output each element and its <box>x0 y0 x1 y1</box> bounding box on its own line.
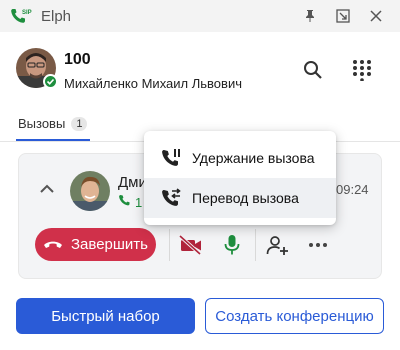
menu-item-transfer-call[interactable]: Перевод вызова <box>144 178 336 218</box>
menu-item-label: Удержание вызова <box>192 150 315 166</box>
chevron-up-icon[interactable] <box>38 180 56 198</box>
phone-hold-icon <box>160 147 182 169</box>
user-extension: 100 <box>64 51 91 68</box>
hangup-icon <box>44 241 62 248</box>
user-full-name: Михайленко Михаил Львович <box>64 76 242 91</box>
call-options-menu: Удержание вызова Перевод вызова <box>144 131 336 225</box>
online-status-badge <box>43 74 58 89</box>
tab-calls-count: 1 <box>71 116 88 131</box>
caller-name: Дми <box>118 174 147 191</box>
end-call-button[interactable]: Завершить <box>35 228 156 261</box>
tab-calls-label: Вызовы <box>18 116 66 131</box>
close-icon[interactable] <box>364 4 388 28</box>
sip-phone-icon: SIP <box>9 6 33 26</box>
dialpad-icon[interactable] <box>348 56 376 84</box>
tab-calls[interactable]: Вызовы 1 <box>18 116 88 131</box>
caller-number-row: 1 <box>118 194 142 210</box>
title-bar: SIP Elph <box>0 0 400 32</box>
microphone-icon[interactable] <box>219 232 245 258</box>
action-separator <box>169 229 170 261</box>
phone-transfer-icon <box>160 187 182 209</box>
minimize-window-icon[interactable] <box>331 4 355 28</box>
quick-dial-button[interactable]: Быстрый набор <box>16 298 195 334</box>
more-options-icon[interactable] <box>305 232 331 258</box>
pin-icon[interactable] <box>298 4 322 28</box>
caller-number: 1 <box>135 194 143 210</box>
sip-label: SIP <box>22 10 32 16</box>
menu-item-hold-call[interactable]: Удержание вызова <box>144 138 336 178</box>
window-title: Elph <box>41 8 72 25</box>
create-conference-button[interactable]: Создать конференцию <box>205 298 384 334</box>
search-icon[interactable] <box>299 56 327 84</box>
caller-avatar <box>70 171 110 211</box>
video-off-icon[interactable] <box>178 232 204 258</box>
action-separator <box>255 229 256 261</box>
add-participant-icon[interactable] <box>265 232 291 258</box>
incoming-call-icon <box>118 194 131 210</box>
end-call-label: Завершить <box>71 236 148 253</box>
menu-item-label: Перевод вызова <box>192 190 299 206</box>
call-time: 09:24 <box>336 182 369 197</box>
